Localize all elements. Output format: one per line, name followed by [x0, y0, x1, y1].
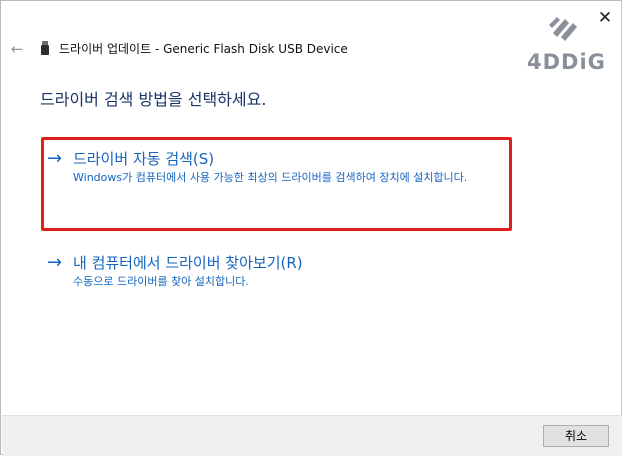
arrow-right-icon: →: [47, 252, 63, 273]
driver-update-dialog: ← 드라이버 업데이트 - Generic Flash Disk USB Dev…: [0, 0, 622, 456]
window-title: 드라이버 업데이트 - Generic Flash Disk USB Devic…: [59, 42, 348, 56]
arrow-left-icon: ←: [10, 40, 24, 58]
cancel-button[interactable]: 취소: [543, 425, 609, 447]
close-icon: ✕: [597, 8, 613, 28]
browse-computer-option[interactable]: → 내 컴퓨터에서 드라이버 찾아보기(R) 수동으로 드라이버를 찾아 설치합…: [47, 252, 512, 294]
browse-computer-title: 내 컴퓨터에서 드라이버 찾아보기(R): [73, 254, 303, 272]
4ddig-logo-text: 4DDiG: [527, 50, 606, 74]
auto-search-option[interactable]: → 드라이버 자동 검색(S) Windows가 컴퓨터에서 사용 가능한 최상…: [47, 148, 512, 218]
browse-computer-description: 수동으로 드라이버를 찾아 설치합니다.: [73, 275, 249, 288]
page-heading: 드라이버 검색 방법을 선택하세요.: [40, 90, 267, 109]
arrow-right-icon: →: [47, 148, 63, 169]
auto-search-title: 드라이버 자동 검색(S): [73, 150, 215, 168]
usb-drive-icon: [41, 41, 49, 55]
4ddig-logo-mark: [549, 17, 577, 41]
auto-search-description: Windows가 컴퓨터에서 사용 가능한 최상의 드라이버를 검색하여 장치에…: [73, 171, 468, 184]
close-button[interactable]: ✕: [593, 7, 617, 29]
dialog-footer: [2, 415, 622, 456]
back-button[interactable]: ←: [8, 40, 26, 58]
